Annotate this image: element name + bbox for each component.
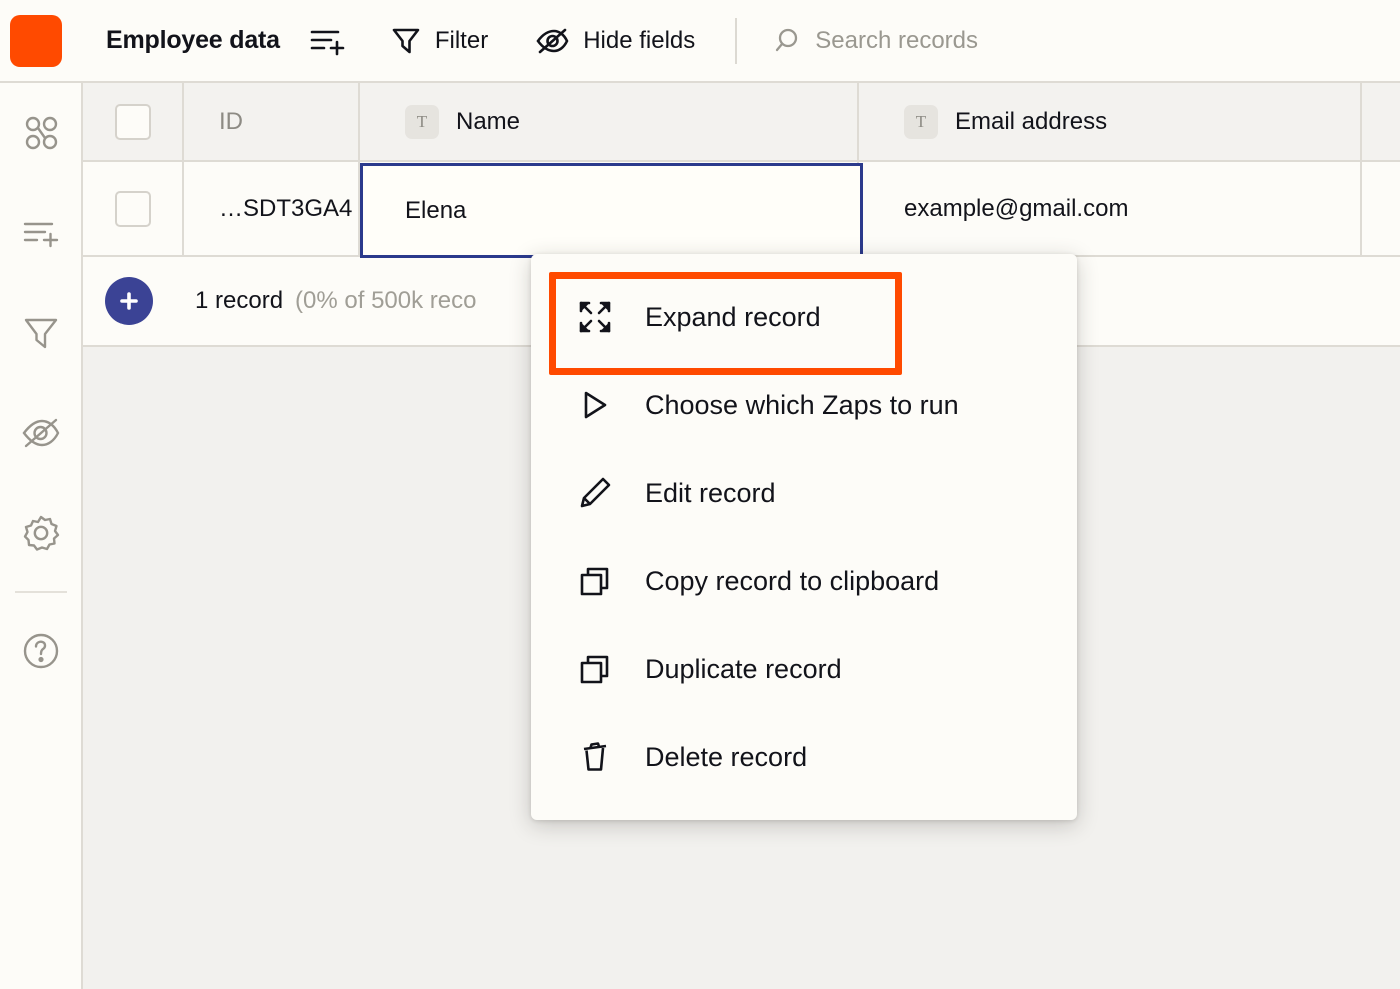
- column-header-email[interactable]: T Email address: [859, 83, 1362, 160]
- column-label: Email address: [955, 107, 1108, 135]
- checkbox-box: [114, 190, 151, 227]
- filter-icon: [392, 28, 420, 53]
- cell-value: …SDT3GA4: [219, 194, 353, 222]
- filter-button[interactable]: Filter: [390, 25, 488, 57]
- column-label: Name: [456, 107, 521, 135]
- add-field-button[interactable]: [310, 26, 346, 56]
- help-icon: [23, 633, 58, 669]
- row-select-checkbox[interactable]: [83, 162, 184, 255]
- hide-fields-icon: [536, 28, 569, 53]
- text-field-type-icon: T: [405, 104, 439, 139]
- text-field-type-icon: T: [904, 104, 938, 139]
- hide-fields-label: Hide fields: [583, 26, 696, 54]
- menu-item-duplicate-record[interactable]: Duplicate record: [531, 625, 1077, 713]
- record-count-summary: 1 record (0% of 500k reco: [195, 287, 476, 315]
- play-icon: [575, 388, 615, 422]
- apps-icon: [25, 116, 57, 150]
- cell-value: example@gmail.com: [904, 194, 1129, 222]
- column-label: ID: [219, 107, 243, 135]
- column-header-id[interactable]: ID: [184, 83, 360, 160]
- app-logo[interactable]: [10, 14, 62, 67]
- menu-item-edit-record[interactable]: Edit record: [531, 449, 1077, 537]
- menu-item-copy-record[interactable]: Copy record to clipboard: [531, 537, 1077, 625]
- add-record-button[interactable]: [105, 277, 153, 325]
- hide-fields-button[interactable]: Hide fields: [534, 25, 695, 57]
- menu-item-choose-zaps[interactable]: Choose which Zaps to run: [531, 361, 1077, 449]
- column-header-add[interactable]: [1362, 83, 1399, 160]
- record-count-detail: (0% of 500k reco: [295, 287, 477, 314]
- record-context-menu: Expand record Choose which Zaps to run E…: [531, 254, 1077, 820]
- search-input[interactable]: Search records: [771, 26, 978, 56]
- cell-id[interactable]: …SDT3GA4: [184, 162, 360, 255]
- row-tail: [1362, 162, 1399, 255]
- checkbox-box: [114, 103, 151, 140]
- menu-item-label: Delete record: [645, 741, 808, 772]
- copy-icon: [575, 564, 615, 598]
- search-icon: [776, 28, 798, 51]
- rail-item-settings[interactable]: [0, 483, 82, 583]
- menu-item-label: Edit record: [645, 477, 776, 508]
- pencil-icon: [575, 476, 615, 510]
- left-rail: [0, 83, 83, 989]
- menu-item-delete-record[interactable]: Delete record: [531, 713, 1077, 801]
- add-field-icon: [310, 30, 345, 55]
- grid-header-row: ID T Name T Email address: [83, 83, 1400, 162]
- rail-item-apps[interactable]: [0, 83, 82, 183]
- rail-item-filter[interactable]: [0, 283, 82, 383]
- menu-item-expand-record[interactable]: Expand record: [531, 273, 1077, 361]
- top-toolbar: Employee data Filter Hide fields Search …: [0, 0, 1400, 83]
- rail-item-add-field[interactable]: [0, 183, 82, 283]
- select-all-checkbox[interactable]: [83, 83, 184, 160]
- duplicate-icon: [575, 652, 615, 686]
- plus-icon: [120, 292, 138, 310]
- record-count: 1 record: [195, 287, 284, 314]
- app-root: Employee data Filter Hide fields Search …: [0, 0, 1400, 989]
- menu-item-label: Copy record to clipboard: [645, 565, 940, 596]
- rail-item-help[interactable]: [0, 601, 82, 701]
- filter-icon: [24, 318, 57, 349]
- page-title: Employee data: [106, 26, 280, 54]
- hide-fields-icon: [21, 418, 59, 448]
- toolbar-divider: [735, 17, 738, 64]
- selected-cell-name[interactable]: Elena: [360, 163, 863, 258]
- trash-icon: [575, 740, 615, 774]
- menu-item-label: Duplicate record: [645, 653, 842, 684]
- filter-label: Filter: [434, 26, 489, 54]
- search-placeholder: Search records: [815, 26, 979, 54]
- selected-cell-value: Elena: [405, 196, 467, 224]
- menu-item-label: Expand record: [645, 301, 821, 332]
- expand-icon: [575, 299, 615, 335]
- cell-email[interactable]: example@gmail.com: [859, 162, 1362, 255]
- add-field-icon: [23, 222, 58, 248]
- gear-icon: [23, 515, 59, 551]
- rail-item-hide-fields[interactable]: [0, 383, 82, 483]
- column-header-name[interactable]: T Name: [360, 83, 859, 160]
- menu-item-label: Choose which Zaps to run: [645, 389, 959, 420]
- rail-divider: [14, 591, 67, 593]
